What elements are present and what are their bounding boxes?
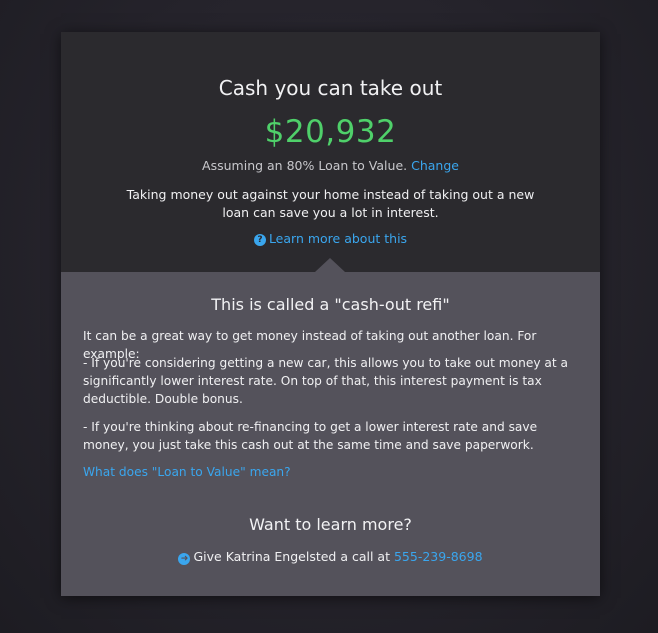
refi-title: This is called a "cash-out refi" <box>211 295 450 314</box>
question-circle-icon: ? <box>253 234 266 246</box>
ltv-explainer: What does "Loan to Value" mean? <box>83 463 578 481</box>
change-ltv-link[interactable]: Change <box>411 158 459 173</box>
refi-point-car: - If you're considering getting a new ca… <box>83 356 568 406</box>
panel-caret <box>315 258 345 272</box>
agent-phone-link[interactable]: 555-239-8698 <box>394 549 483 564</box>
ltv-assumption-text: Assuming an 80% Loan to Value. <box>202 158 408 173</box>
ltv-meaning-link[interactable]: What does "Loan to Value" mean? <box>83 465 291 479</box>
cash-summary-panel: Cash you can take out $20,932 Assuming a… <box>61 32 600 272</box>
learn-more-link[interactable]: ? Learn more about this <box>253 231 408 246</box>
cash-out-refi-panel: This is called a "cash-out refi" It can … <box>61 258 600 596</box>
cash-out-card: Cash you can take out $20,932 Assuming a… <box>61 32 600 596</box>
ltv-assumption: Assuming an 80% Loan to Value. Change <box>61 158 600 173</box>
learn-more-label: Learn more about this <box>268 231 408 246</box>
learn-more-row: ? Learn more about this <box>61 231 600 246</box>
cash-description: Taking money out against your home inste… <box>126 187 535 220</box>
call-agent-row: ➜ Give Katrina Engelsted a call at 555-23… <box>61 549 600 565</box>
cash-title: Cash you can take out <box>218 76 443 100</box>
refi-point-refinance: - If you're thinking about re-financing … <box>83 420 538 452</box>
learn-more-title: Want to learn more? <box>249 515 412 534</box>
cash-amount: $20,932 <box>264 114 397 150</box>
arrow-circle-right-icon: ➜ <box>178 553 191 565</box>
call-agent-text: Give Katrina Engelsted a call at <box>193 549 390 564</box>
